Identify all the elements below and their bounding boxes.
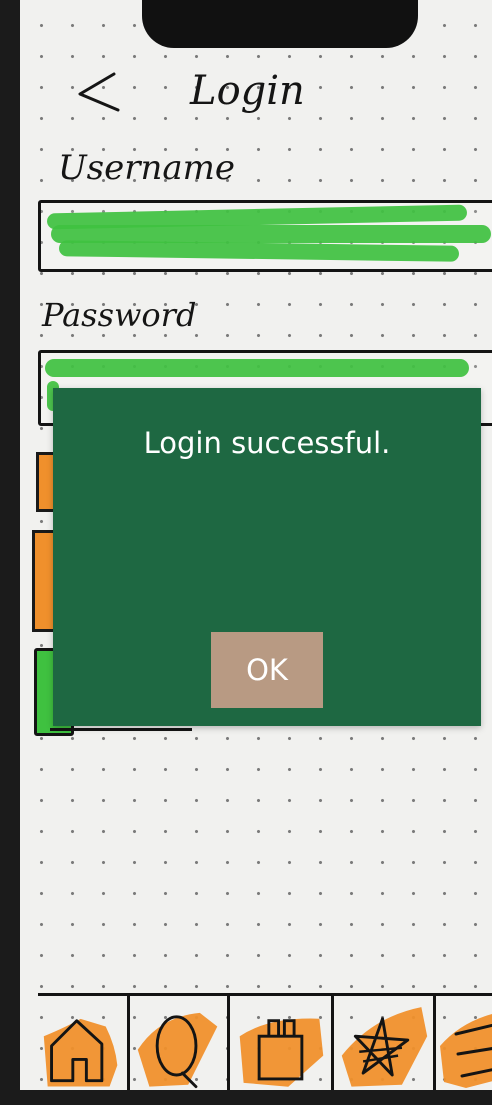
dialog-message: Login successful. (143, 426, 391, 460)
home-icon (43, 1018, 118, 1087)
tab-favorites[interactable] (334, 996, 436, 1090)
tab-search[interactable] (130, 996, 230, 1090)
page-title: Login (190, 68, 305, 114)
search-icon (137, 1012, 218, 1089)
bag-icon (239, 1018, 324, 1087)
underline-divider (50, 728, 192, 731)
login-success-dialog: Login successful. OK (53, 388, 481, 726)
username-field[interactable] (38, 200, 492, 272)
tab-home[interactable] (38, 996, 130, 1090)
menu-icon (440, 1014, 492, 1088)
tab-shop[interactable] (230, 996, 334, 1090)
password-label: Password (42, 296, 197, 334)
device-notch (142, 0, 418, 48)
username-marker-fill (58, 240, 460, 262)
phone-frame: Login Username Password Login successful… (0, 0, 492, 1105)
star-icon (341, 1007, 428, 1087)
username-label: Username (58, 148, 236, 188)
tab-menu[interactable] (436, 996, 492, 1090)
ok-button[interactable]: OK (211, 632, 323, 708)
password-marker-fill (45, 359, 469, 377)
back-chevron-icon[interactable] (70, 68, 130, 118)
